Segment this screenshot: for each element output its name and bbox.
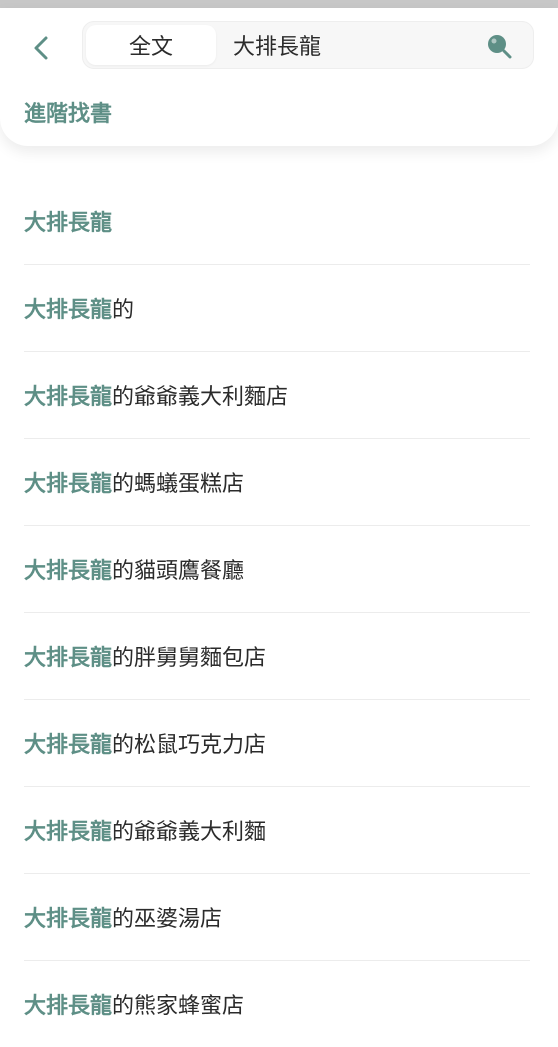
search-scope-tab[interactable]: 全文	[86, 25, 216, 65]
suggestion-rest-text: 的螞蟻蛋糕店	[112, 472, 245, 497]
suggestion-match-text: 大排長龍	[24, 820, 113, 845]
search-header: 全文 進階找書	[0, 8, 558, 146]
suggestion-rest-text: 的爺爺義大利麵	[112, 820, 267, 845]
suggestion-item[interactable]: 大排長龍 的爺爺義大利麵	[24, 787, 530, 874]
suggestion-rest-text: 的	[112, 298, 135, 323]
chevron-left-icon	[34, 36, 48, 60]
suggestion-rest-text: 的熊家蜂蜜店	[112, 994, 245, 1019]
suggestion-item[interactable]: 大排長龍 的巫婆湯店	[24, 874, 530, 961]
suggestion-rest-text: 的胖舅舅麵包店	[112, 646, 267, 671]
suggestion-item[interactable]: 大排長龍	[24, 178, 530, 265]
suggestion-rest-text: 的爺爺義大利麵店	[112, 385, 289, 410]
suggestion-match-text: 大排長龍	[24, 907, 113, 932]
suggestion-match-text: 大排長龍	[24, 559, 113, 584]
suggestion-item[interactable]: 大排長龍的	[24, 265, 530, 352]
search-box: 全文	[82, 21, 534, 69]
suggestion-item[interactable]: 大排長龍 的爺爺義大利麵店	[24, 352, 530, 439]
suggestion-item[interactable]: 大排長龍 的貓頭鷹餐廳	[24, 526, 530, 613]
suggestion-match-text: 大排長龍	[24, 211, 113, 236]
suggestion-list: 大排長龍 大排長龍的大排長龍 的爺爺義大利麵店 大排長龍 的螞蟻蛋糕店 大排長龍 的貓頭鷹餐…	[24, 178, 530, 1047]
advanced-search-link[interactable]: 進階找書	[24, 96, 112, 128]
suggestion-rest-text: 的巫婆湯店	[112, 907, 223, 932]
suggestion-match-text: 大排長龍	[24, 994, 113, 1019]
suggestion-match-text: 大排長龍	[24, 646, 113, 671]
search-icon	[488, 35, 512, 59]
suggestion-item[interactable]: 大排長龍 的松鼠巧克力店	[24, 700, 530, 787]
suggestion-item[interactable]: 大排長龍 的胖舅舅麵包店	[24, 613, 530, 700]
suggestion-rest-text: 的貓頭鷹餐廳	[112, 559, 245, 584]
suggestion-match-text: 大排長龍	[24, 733, 113, 758]
suggestion-match-text: 大排長龍	[24, 298, 113, 323]
suggestion-match-text: 大排長龍	[24, 472, 113, 497]
suggestion-item[interactable]: 大排長龍 的熊家蜂蜜店	[24, 961, 530, 1047]
suggestion-match-text: 大排長龍	[24, 385, 113, 410]
suggestion-rest-text: 的松鼠巧克力店	[112, 733, 267, 758]
back-button[interactable]	[22, 28, 62, 68]
suggestion-item[interactable]: 大排長龍 的螞蟻蛋糕店	[24, 439, 530, 526]
status-strip	[0, 0, 558, 8]
search-button[interactable]	[483, 30, 515, 62]
search-input[interactable]	[233, 26, 473, 64]
